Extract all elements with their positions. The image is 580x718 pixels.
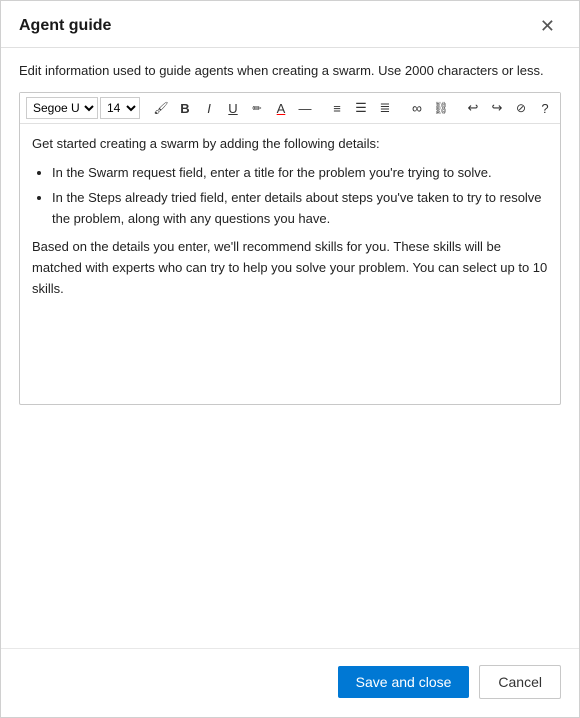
toolbar: Segoe UI Arial Times New Roman Courier N… [20,93,560,124]
help-icon: ? [541,101,548,116]
undo-icon: ↩ [468,100,479,116]
redo-icon: ↪ [492,100,503,116]
clear-format-icon: 🖌 [153,101,168,115]
cancel-button[interactable]: Cancel [479,665,561,699]
agent-guide-dialog: Agent guide ✕ Edit information used to g… [0,0,580,718]
italic-icon: I [207,101,211,116]
font-color-icon: A [277,101,286,116]
help-button[interactable]: ? [534,97,556,119]
close-button[interactable]: ✕ [534,15,561,37]
description-text: Edit information used to guide agents wh… [19,62,561,80]
editor-list: In the Swarm request field, enter a titl… [52,163,548,229]
bold-icon: B [180,101,189,116]
italic-button[interactable]: I [198,97,220,119]
editor-paragraph-2: Based on the details you enter, we'll re… [32,237,548,299]
bold-button[interactable]: B [174,97,196,119]
underline-button[interactable]: U [222,97,244,119]
strikethrough-icon: — [299,101,312,116]
editor-bullet-1: In the Swarm request field, enter a titl… [52,163,548,184]
editor-content[interactable]: Get started creating a swarm by adding t… [20,124,560,404]
highlight-icon: ✏ [252,102,261,115]
align-icon: ≣ [380,100,391,116]
font-color-button[interactable]: A [270,97,292,119]
link-button[interactable]: ⛓ [430,97,452,119]
underline-icon: U [228,101,237,116]
dialog-header: Agent guide ✕ [1,1,579,48]
font-family-select[interactable]: Segoe UI Arial Times New Roman Courier N… [26,97,98,119]
bullets-icon: ≡ [333,101,341,116]
editor-paragraph-1: Get started creating a swarm by adding t… [32,134,548,155]
undo-button[interactable]: ↩ [462,97,484,119]
dialog-title: Agent guide [19,17,111,35]
numbering-button[interactable]: ☰ [350,97,372,119]
editor-bullet-2: In the Steps already tried field, enter … [52,188,548,230]
clear-format-button[interactable]: 🖌 [150,97,172,119]
redo-button[interactable]: ↪ [486,97,508,119]
numbering-icon: ☰ [355,100,367,116]
insert-link-button[interactable]: ∞ [406,97,428,119]
link-icon: ⛓ [433,101,448,115]
dialog-footer: Save and close Cancel [1,648,579,717]
align-button[interactable]: ≣ [374,97,396,119]
save-and-close-button[interactable]: Save and close [338,666,470,698]
bullets-button[interactable]: ≡ [326,97,348,119]
highlight-button[interactable]: ✏ [246,97,268,119]
strikethrough-button[interactable]: — [294,97,316,119]
editor-container: Segoe UI Arial Times New Roman Courier N… [19,92,561,405]
eraser-button[interactable]: ⊘ [510,97,532,119]
insert-link-icon: ∞ [412,100,422,116]
font-size-select[interactable]: 891011 121416 182024 [100,97,140,119]
dialog-body: Edit information used to guide agents wh… [1,48,579,648]
eraser-icon: ⊘ [516,101,526,115]
